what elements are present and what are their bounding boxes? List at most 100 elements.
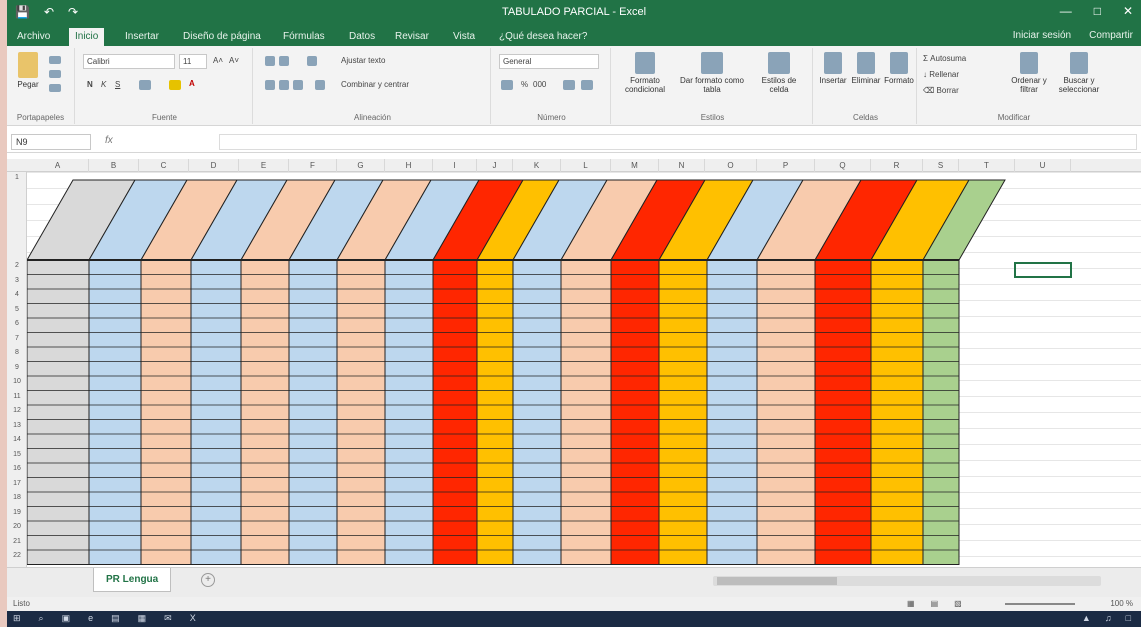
wrap-text-button[interactable]: Ajustar texto bbox=[341, 56, 385, 65]
row-header-5[interactable]: 5 bbox=[7, 306, 27, 313]
column-header-g[interactable]: G bbox=[337, 159, 385, 172]
table-column-body[interactable] bbox=[432, 259, 478, 565]
tab-formulas[interactable]: Fórmulas bbox=[277, 28, 331, 46]
paste-button[interactable]: Pegar bbox=[15, 52, 41, 89]
row-header-4[interactable]: 4 bbox=[7, 291, 27, 298]
row-header-9[interactable]: 9 bbox=[7, 364, 27, 371]
close-button[interactable]: ✕ bbox=[1123, 4, 1133, 18]
table-column-body[interactable] bbox=[88, 259, 142, 565]
column-header-e[interactable]: E bbox=[239, 159, 289, 172]
zoom-slider[interactable] bbox=[1005, 603, 1075, 605]
align-center-icon[interactable] bbox=[279, 80, 289, 90]
delete-cells-button[interactable]: Eliminar bbox=[849, 52, 883, 85]
notification-icon[interactable]: □ bbox=[1126, 613, 1131, 623]
column-header-j[interactable]: J bbox=[477, 159, 513, 172]
comma-style-icon[interactable]: 000 bbox=[533, 80, 546, 89]
table-column-body[interactable] bbox=[922, 259, 960, 565]
column-header-s[interactable]: S bbox=[923, 159, 959, 172]
column-header-d[interactable]: D bbox=[189, 159, 239, 172]
cut-icon[interactable] bbox=[49, 56, 61, 64]
column-header-t[interactable]: T bbox=[959, 159, 1015, 172]
percent-icon[interactable]: % bbox=[521, 80, 528, 89]
column-header-a[interactable]: A bbox=[27, 159, 89, 172]
table-column-body[interactable] bbox=[706, 259, 758, 565]
tab-data[interactable]: Datos bbox=[343, 28, 381, 46]
excel-icon[interactable]: X bbox=[190, 613, 196, 624]
sheet-tab-pr-lengua[interactable]: PR Lengua bbox=[93, 568, 172, 592]
underline-icon[interactable]: S bbox=[115, 80, 120, 89]
row-header-17[interactable]: 17 bbox=[7, 480, 27, 487]
add-sheet-button[interactable]: + bbox=[201, 573, 215, 587]
table-column-body[interactable] bbox=[190, 259, 242, 565]
tab-file[interactable]: Archivo bbox=[11, 28, 56, 46]
indent-icon[interactable] bbox=[315, 80, 325, 90]
align-middle-icon[interactable] bbox=[279, 56, 289, 66]
share-button[interactable]: Compartir bbox=[1089, 30, 1133, 41]
table-column-body[interactable] bbox=[288, 259, 338, 565]
copy-icon[interactable] bbox=[49, 70, 61, 78]
zoom-level[interactable]: 100 % bbox=[1110, 599, 1133, 608]
table-column-body[interactable] bbox=[27, 259, 90, 565]
tab-page-layout[interactable]: Diseño de página bbox=[177, 28, 267, 46]
row-header-22[interactable]: 22 bbox=[7, 552, 27, 559]
row-header-14[interactable]: 14 bbox=[7, 436, 27, 443]
fill-button[interactable]: ↓ Rellenar bbox=[923, 70, 959, 79]
table-column-body[interactable] bbox=[336, 259, 386, 565]
column-header-l[interactable]: L bbox=[561, 159, 611, 172]
conditional-formatting-button[interactable]: Formato condicional bbox=[617, 52, 673, 94]
tab-insert[interactable]: Insertar bbox=[119, 28, 165, 46]
column-header-p[interactable]: P bbox=[757, 159, 815, 172]
decimal-decrease-icon[interactable] bbox=[581, 80, 593, 90]
merge-center-button[interactable]: Combinar y centrar bbox=[341, 80, 409, 89]
worksheet-grid[interactable] bbox=[27, 172, 1141, 567]
volume-icon[interactable]: ♫ bbox=[1105, 613, 1112, 623]
column-header-c[interactable]: C bbox=[139, 159, 189, 172]
row-header-2[interactable]: 2 bbox=[7, 262, 27, 269]
column-header-k[interactable]: K bbox=[513, 159, 561, 172]
table-column-body[interactable] bbox=[476, 259, 514, 565]
row-header-3[interactable]: 3 bbox=[7, 277, 27, 284]
page-layout-view-icon[interactable]: ▤ bbox=[931, 599, 939, 608]
tab-view[interactable]: Vista bbox=[447, 28, 481, 46]
borders-icon[interactable] bbox=[139, 80, 151, 90]
row-header-1[interactable]: 1 bbox=[7, 174, 27, 181]
format-painter-icon[interactable] bbox=[49, 84, 61, 92]
currency-icon[interactable] bbox=[501, 80, 513, 90]
tell-me-search[interactable]: ¿Qué desea hacer? bbox=[493, 28, 593, 46]
edge-icon[interactable]: e bbox=[88, 613, 93, 624]
column-header-i[interactable]: I bbox=[433, 159, 477, 172]
row-header-7[interactable]: 7 bbox=[7, 335, 27, 342]
table-column-body[interactable] bbox=[658, 259, 708, 565]
autosum-button[interactable]: Σ Autosuma bbox=[923, 54, 966, 63]
orientation-icon[interactable] bbox=[307, 56, 317, 66]
column-header-n[interactable]: N bbox=[659, 159, 705, 172]
align-left-icon[interactable] bbox=[265, 80, 275, 90]
page-break-view-icon[interactable]: ▧ bbox=[954, 599, 962, 608]
sign-in-link[interactable]: Iniciar sesión bbox=[1013, 30, 1071, 41]
column-header-f[interactable]: F bbox=[289, 159, 337, 172]
normal-view-icon[interactable]: ▦ bbox=[907, 599, 915, 608]
formula-input[interactable] bbox=[219, 134, 1137, 150]
cell-styles-button[interactable]: Estilos de celda bbox=[751, 52, 807, 94]
fill-color-icon[interactable] bbox=[169, 80, 181, 90]
row-header-11[interactable]: 11 bbox=[7, 393, 27, 400]
explorer-icon[interactable]: ▤ bbox=[111, 613, 120, 624]
search-icon[interactable]: ⌕ bbox=[39, 613, 44, 624]
minimize-button[interactable]: — bbox=[1060, 4, 1072, 18]
task-view-icon[interactable]: ▣ bbox=[62, 613, 71, 624]
row-header-13[interactable]: 13 bbox=[7, 422, 27, 429]
font-color-icon[interactable]: A bbox=[189, 79, 195, 88]
decimal-increase-icon[interactable] bbox=[563, 80, 575, 90]
column-header-u[interactable]: U bbox=[1015, 159, 1071, 172]
table-column-body[interactable] bbox=[610, 259, 660, 565]
font-name-select[interactable]: Calibri bbox=[83, 54, 175, 69]
row-header-21[interactable]: 21 bbox=[7, 538, 27, 545]
row-header-10[interactable]: 10 bbox=[7, 378, 27, 385]
row-header-15[interactable]: 15 bbox=[7, 451, 27, 458]
maximize-button[interactable]: □ bbox=[1094, 4, 1101, 18]
network-icon[interactable]: ▲ bbox=[1082, 613, 1091, 623]
bold-icon[interactable]: N bbox=[87, 80, 93, 89]
table-column-body[interactable] bbox=[384, 259, 434, 565]
horizontal-scrollbar[interactable] bbox=[713, 576, 1101, 586]
align-top-icon[interactable] bbox=[265, 56, 275, 66]
